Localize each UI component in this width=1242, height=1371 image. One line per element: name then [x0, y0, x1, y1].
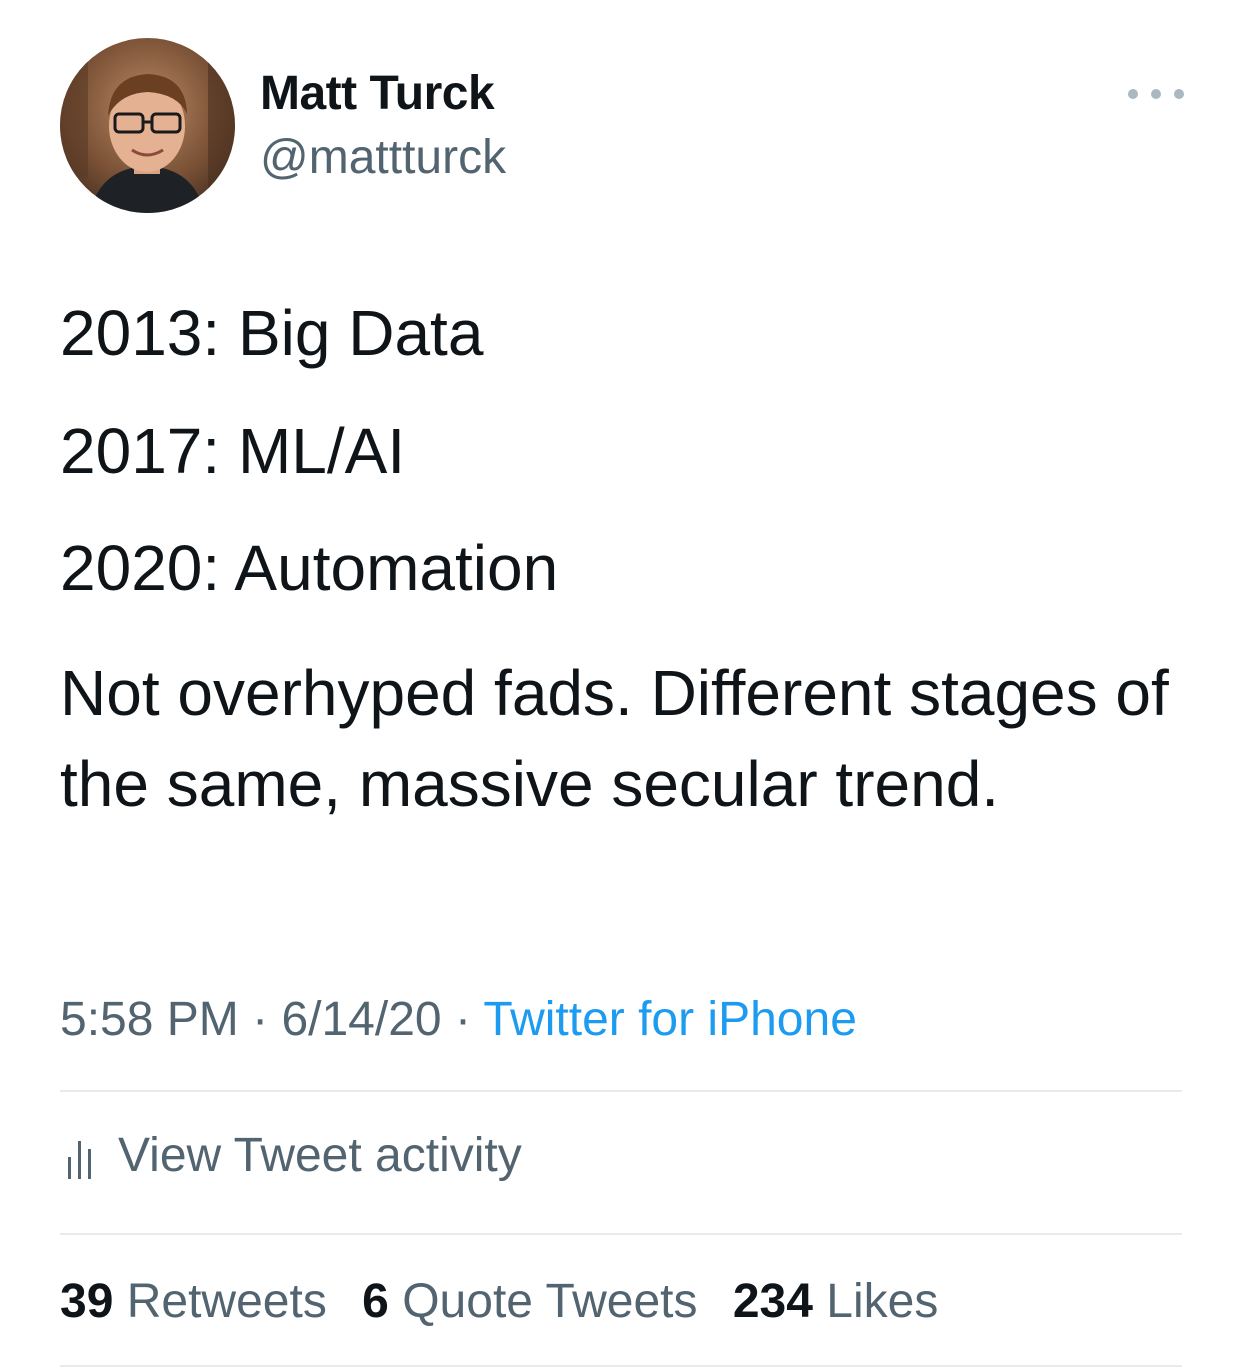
divider [60, 1090, 1182, 1092]
divider [60, 1365, 1182, 1367]
quote-tweets-count: 6 [362, 1275, 389, 1328]
tweet-time[interactable]: 5:58 PM [60, 993, 239, 1046]
author-handle[interactable]: @mattturck [260, 130, 506, 185]
tweet-line: 2013: Big Data [60, 297, 484, 369]
author-name[interactable]: Matt Turck [260, 66, 495, 121]
retweets-count: 39 [60, 1275, 114, 1328]
more-dot [1174, 89, 1184, 99]
tweet-paragraph: Not overhyped fads. Different stages of … [60, 657, 1169, 820]
retweets-label: Retweets [126, 1275, 327, 1328]
bar-chart-icon [68, 1140, 91, 1179]
quote-tweets-stat[interactable]: 6 Quote Tweets [362, 1275, 697, 1328]
quote-tweets-label: Quote Tweets [402, 1275, 698, 1328]
engagement-stats: 39 Retweets 6 Quote Tweets 234 Likes [60, 1274, 960, 1329]
tweet-source-link[interactable]: Twitter for iPhone [483, 993, 857, 1046]
likes-count: 234 [732, 1275, 813, 1328]
retweets-stat[interactable]: 39 Retweets [60, 1275, 327, 1328]
tweet-meta: 5:58 PM · 6/14/20 · Twitter for iPhone [60, 992, 857, 1047]
divider [60, 1233, 1182, 1235]
more-dot [1128, 89, 1138, 99]
likes-stat[interactable]: 234 Likes [733, 1275, 939, 1328]
likes-label: Likes [826, 1275, 939, 1328]
tweet-line: 2017: ML/AI [60, 415, 406, 487]
meta-separator: · [252, 993, 269, 1046]
meta-separator: · [454, 993, 471, 1046]
tweet-line: 2020: Automation [60, 532, 559, 604]
tweet-date[interactable]: 6/14/20 [281, 993, 441, 1046]
more-dot [1151, 89, 1161, 99]
view-tweet-activity-link[interactable]: View Tweet activity [60, 1128, 522, 1183]
more-options-icon[interactable] [1128, 76, 1184, 112]
avatar[interactable] [60, 38, 235, 213]
avatar-photo [60, 38, 235, 213]
view-tweet-activity-label: View Tweet activity [118, 1129, 522, 1182]
